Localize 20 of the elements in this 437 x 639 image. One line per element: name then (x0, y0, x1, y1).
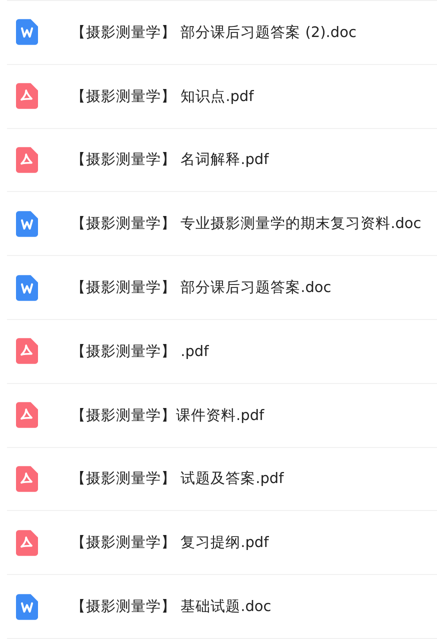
file-name[interactable]: 【摄影测量学】 部分课后习题答案.doc (71, 278, 332, 298)
pdf-document-icon (16, 466, 38, 492)
file-name[interactable]: 【摄影测量学】 知识点.pdf (71, 86, 254, 106)
file-name[interactable]: 【摄影测量学】 基础试题.doc (71, 597, 272, 616)
file-name[interactable]: 【摄影测量学】 名词解释.pdf (71, 150, 269, 170)
word-document-icon (16, 274, 38, 301)
pdf-document-icon (16, 83, 38, 110)
file-name[interactable]: 【摄影测量学】 试题及答案.pdf (71, 469, 284, 488)
word-document-icon (16, 594, 38, 620)
file-name[interactable]: 【摄影测量学】 .pdf (71, 342, 209, 361)
word-document-icon (16, 210, 38, 237)
file-name[interactable]: 【摄影测量学】课件资料.pdf (71, 406, 264, 425)
file-name[interactable]: 【摄影测量学】 部分课后习题答案 (2).doc (71, 22, 356, 42)
pdf-document-icon (16, 402, 38, 428)
pdf-document-icon (16, 530, 38, 556)
word-document-icon (16, 19, 38, 46)
file-name[interactable]: 【摄影测量学】 专业摄影测量学的期末复习资料.doc (71, 214, 422, 234)
pdf-document-icon (16, 338, 38, 364)
pdf-document-icon (16, 146, 38, 173)
file-name[interactable]: 【摄影测量学】 复习提纲.pdf (71, 533, 269, 552)
